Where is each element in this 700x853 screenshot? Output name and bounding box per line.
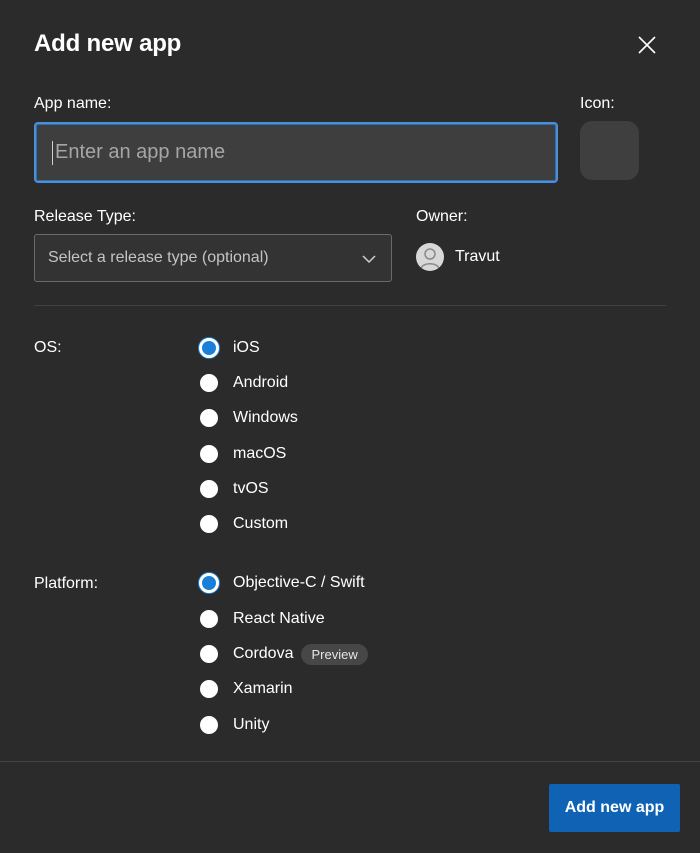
section-divider xyxy=(34,305,666,306)
os-option-android[interactable]: Android xyxy=(200,372,288,394)
os-option-tvos[interactable]: tvOS xyxy=(200,478,269,500)
os-option-windows[interactable]: Windows xyxy=(200,407,298,429)
app-name-input[interactable]: Enter an app name xyxy=(34,122,558,183)
platform-label: Platform: xyxy=(34,575,99,592)
add-app-dialog: Add new app App name: Icon: Enter an app… xyxy=(0,0,700,853)
close-button[interactable] xyxy=(632,30,662,60)
close-icon xyxy=(638,36,656,54)
radio-icon xyxy=(200,374,218,392)
platform-option-label: Objective-C / Swift xyxy=(233,574,365,591)
app-name-label: App name: xyxy=(34,95,112,112)
platform-option-label: Cordova xyxy=(233,645,294,662)
os-option-macos[interactable]: macOS xyxy=(200,443,286,465)
footer-divider xyxy=(0,761,700,762)
platform-option-cordova[interactable]: Cordova Preview xyxy=(200,643,368,665)
icon-label: Icon: xyxy=(580,95,615,112)
user-avatar-icon xyxy=(416,243,444,271)
owner-label: Owner: xyxy=(416,208,468,225)
radio-icon xyxy=(200,716,218,734)
platform-option-objc-swift[interactable]: Objective-C / Swift xyxy=(199,572,365,594)
radio-icon xyxy=(200,610,218,628)
platform-option-react-native[interactable]: React Native xyxy=(200,608,325,630)
os-option-label: Android xyxy=(233,374,289,391)
os-option-label: iOS xyxy=(233,339,260,356)
radio-selected-icon xyxy=(199,573,219,593)
platform-option-label: React Native xyxy=(233,610,325,627)
owner-info: Travut xyxy=(416,243,500,271)
platform-option-label: Unity xyxy=(233,716,270,733)
radio-icon xyxy=(200,409,218,427)
add-new-app-button[interactable]: Add new app xyxy=(549,784,680,832)
owner-name: Travut xyxy=(455,248,500,265)
os-option-label: tvOS xyxy=(233,480,269,497)
preview-badge: Preview xyxy=(301,643,368,665)
release-type-select[interactable]: Select a release type (optional) xyxy=(34,234,392,282)
release-type-label: Release Type: xyxy=(34,208,136,225)
os-option-label: Windows xyxy=(233,409,298,426)
text-caret xyxy=(52,140,53,165)
radio-icon xyxy=(200,515,218,533)
radio-selected-icon xyxy=(199,338,219,358)
app-name-placeholder: Enter an app name xyxy=(55,141,226,163)
platform-option-xamarin[interactable]: Xamarin xyxy=(200,678,293,700)
chevron-down-icon xyxy=(362,255,376,264)
radio-icon xyxy=(200,480,218,498)
os-option-label: Custom xyxy=(233,515,289,532)
release-type-placeholder: Select a release type (optional) xyxy=(48,249,269,266)
radio-icon xyxy=(200,445,218,463)
os-option-label: macOS xyxy=(233,445,287,462)
platform-option-unity[interactable]: Unity xyxy=(200,714,269,736)
app-icon-upload[interactable] xyxy=(580,121,639,180)
os-option-ios[interactable]: iOS xyxy=(199,337,260,359)
platform-option-label: Xamarin xyxy=(233,680,293,697)
os-option-custom[interactable]: Custom xyxy=(200,513,288,535)
os-label: OS: xyxy=(34,339,62,356)
radio-icon xyxy=(200,680,218,698)
radio-icon xyxy=(200,645,218,663)
dialog-title: Add new app xyxy=(34,30,182,57)
